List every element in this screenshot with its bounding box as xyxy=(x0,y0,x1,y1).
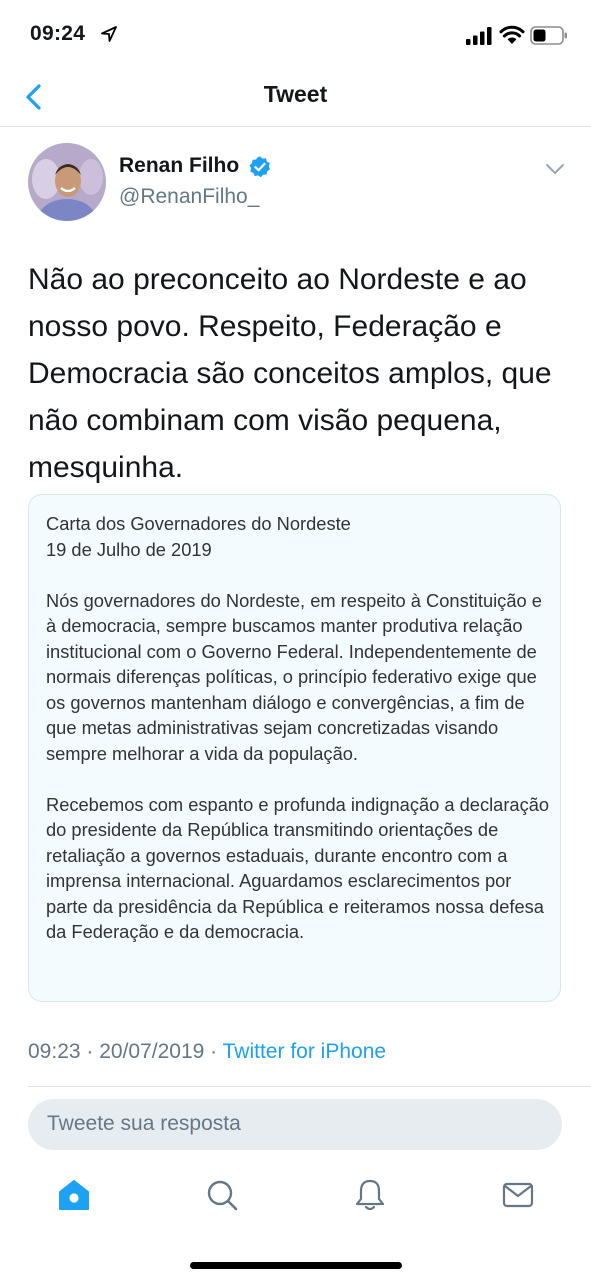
mail-icon[interactable] xyxy=(500,1177,536,1213)
letter-paragraph-2: Recebemos com espanto e profunda indigna… xyxy=(46,793,550,943)
verified-badge-icon xyxy=(249,156,270,178)
tweet-meta: 09:23 · 20/07/2019 · Twitter for iPhone xyxy=(28,1040,386,1064)
letter-date: 19 de Julho de 2019 xyxy=(46,538,212,560)
bell-icon[interactable] xyxy=(352,1177,388,1213)
search-icon[interactable] xyxy=(204,1177,240,1213)
wifi-icon xyxy=(499,25,525,44)
letter-paragraph-1: Nós governadores do Nordeste, em respeit… xyxy=(46,589,542,764)
avatar[interactable] xyxy=(28,143,106,221)
divider xyxy=(28,1086,591,1087)
tweet-source-link[interactable]: Twitter for iPhone xyxy=(223,1040,386,1063)
reply-placeholder: Tweete sua resposta xyxy=(47,1112,241,1135)
home-icon[interactable] xyxy=(56,1177,92,1213)
home-indicator[interactable] xyxy=(190,1262,402,1269)
reply-input[interactable]: Tweete sua resposta xyxy=(28,1099,562,1150)
letter-text: Carta dos Governadores do Nordeste 19 de… xyxy=(46,511,551,945)
status-time: 09:24 xyxy=(30,22,86,45)
tweet-image-card[interactable]: Carta dos Governadores do Nordeste 19 de… xyxy=(28,494,561,1002)
status-bar: 09:24 xyxy=(0,0,591,70)
page-title: Tweet xyxy=(263,81,328,107)
tweet-date: 20/07/2019 xyxy=(99,1040,205,1063)
chevron-down-icon[interactable] xyxy=(543,160,567,178)
letter-title: Carta dos Governadores do Nordeste xyxy=(46,513,351,534)
location-arrow-icon xyxy=(101,26,117,42)
author-name[interactable]: Renan Filho xyxy=(119,154,239,178)
tweet-time: 09:23 xyxy=(28,1040,81,1063)
tweet-text: Não ao preconceito ao Nordeste e ao noss… xyxy=(28,263,552,484)
battery-icon xyxy=(530,26,567,45)
meta-separator: · xyxy=(204,1040,223,1063)
cellular-signal-icon xyxy=(466,27,492,45)
nav-bar: Tweet xyxy=(0,70,591,127)
meta-separator: · xyxy=(80,1040,100,1063)
author-handle[interactable]: @RenanFilho_ xyxy=(119,185,259,209)
